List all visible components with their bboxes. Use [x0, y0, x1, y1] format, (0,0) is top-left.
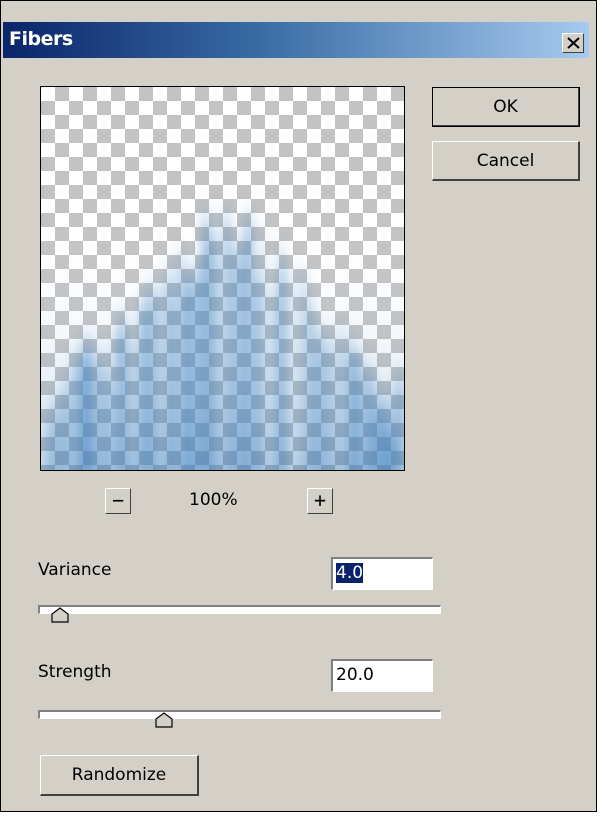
strength-field[interactable]: 20.0 [331, 659, 433, 692]
strength-slider-thumb[interactable] [155, 712, 173, 728]
variance-slider-thumb[interactable] [51, 607, 69, 623]
variance-field[interactable]: 4.0 [331, 557, 433, 590]
fibers-preview-image [41, 87, 404, 470]
close-icon [567, 37, 580, 49]
preview-pane[interactable] [40, 86, 405, 471]
zoom-out-button[interactable]: − [105, 488, 131, 514]
variance-label: Variance [38, 560, 112, 580]
variance-value: 4.0 [336, 563, 364, 583]
randomize-button[interactable]: Randomize [40, 755, 199, 796]
ok-button[interactable]: OK [432, 87, 580, 127]
zoom-level: 100% [189, 490, 238, 510]
variance-slider[interactable] [38, 605, 441, 614]
zoom-in-button[interactable]: + [307, 488, 333, 514]
close-button[interactable] [562, 33, 584, 53]
fibers-dialog: Fibers OK Cancel − 100% + Variance 4.0 S… [0, 0, 597, 812]
dialog-title: Fibers [9, 28, 73, 50]
title-bar: Fibers [3, 22, 589, 58]
cancel-button[interactable]: Cancel [432, 141, 580, 181]
strength-label: Strength [38, 662, 112, 682]
strength-slider[interactable] [38, 710, 441, 719]
